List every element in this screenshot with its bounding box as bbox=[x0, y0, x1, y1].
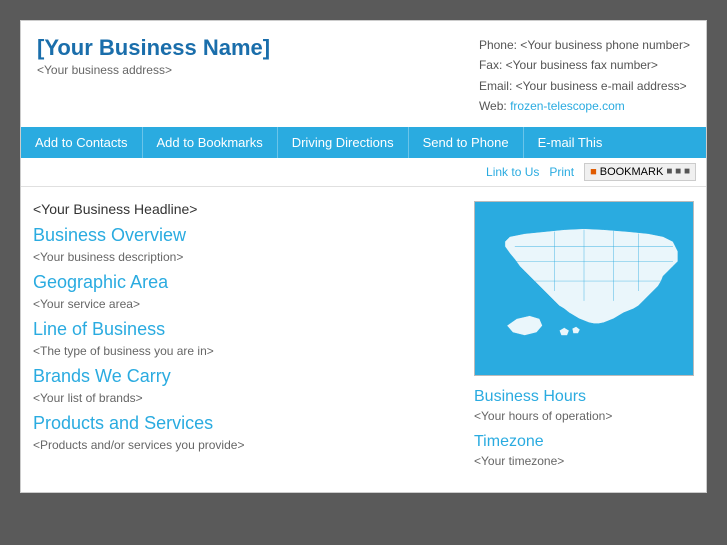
us-map bbox=[474, 201, 694, 376]
link-to-us-link[interactable]: Link to Us bbox=[486, 165, 539, 179]
main-content: <Your Business Headline> Business Overvi… bbox=[21, 187, 706, 492]
email-label: Email: <Your business e-mail address> bbox=[479, 76, 690, 96]
business-headline: <Your Business Headline> bbox=[33, 201, 458, 217]
web-link[interactable]: frozen-telescope.com bbox=[510, 99, 625, 113]
phone-label: Phone: <Your business phone number> bbox=[479, 35, 690, 55]
section-desc-lob: <The type of business you are in> bbox=[33, 344, 458, 358]
business-hours-desc: <Your hours of operation> bbox=[474, 409, 694, 423]
section-title-overview: Business Overview bbox=[33, 225, 458, 246]
section-title-geo: Geographic Area bbox=[33, 272, 458, 293]
header-left: [Your Business Name] <Your business addr… bbox=[37, 35, 270, 77]
content-right: Business Hours <Your hours of operation>… bbox=[474, 201, 694, 478]
toolbar-bookmarks-btn[interactable]: Add to Bookmarks bbox=[143, 127, 278, 158]
print-link[interactable]: Print bbox=[549, 165, 574, 179]
toolbar-contacts-btn[interactable]: Add to Contacts bbox=[21, 127, 143, 158]
toolbar: Add to Contacts Add to Bookmarks Driving… bbox=[21, 127, 706, 158]
section-desc-brands: <Your list of brands> bbox=[33, 391, 458, 405]
section-desc-geo: <Your service area> bbox=[33, 297, 458, 311]
header: [Your Business Name] <Your business addr… bbox=[21, 21, 706, 127]
map-svg bbox=[475, 202, 693, 375]
timezone-title: Timezone bbox=[474, 433, 694, 451]
business-address: <Your business address> bbox=[37, 63, 270, 77]
toolbar-directions-btn[interactable]: Driving Directions bbox=[278, 127, 409, 158]
business-hours-title: Business Hours bbox=[474, 388, 694, 406]
section-desc-products: <Products and/or services you provide> bbox=[33, 438, 458, 452]
fax-label: Fax: <Your business fax number> bbox=[479, 55, 690, 75]
web-label: Web: frozen-telescope.com bbox=[479, 96, 690, 116]
section-title-products: Products and Services bbox=[33, 413, 458, 434]
business-name: [Your Business Name] bbox=[37, 35, 270, 61]
bookmark-button[interactable]: ■ BOOKMARK ■ ■ ■ bbox=[584, 163, 696, 181]
toolbar-email-btn[interactable]: E-mail This bbox=[524, 127, 617, 158]
content-left: <Your Business Headline> Business Overvi… bbox=[33, 201, 458, 478]
timezone-desc: <Your timezone> bbox=[474, 454, 694, 468]
toolbar-phone-btn[interactable]: Send to Phone bbox=[409, 127, 524, 158]
section-title-lob: Line of Business bbox=[33, 319, 458, 340]
page-wrapper: [Your Business Name] <Your business addr… bbox=[20, 20, 707, 493]
section-desc-overview: <Your business description> bbox=[33, 250, 458, 264]
bookmark-icons-extra: ■ ■ ■ bbox=[666, 166, 690, 177]
section-title-brands: Brands We Carry bbox=[33, 366, 458, 387]
bookmark-icon: ■ bbox=[590, 166, 597, 178]
sub-toolbar: Link to Us Print ■ BOOKMARK ■ ■ ■ bbox=[21, 158, 706, 187]
header-right: Phone: <Your business phone number> Fax:… bbox=[479, 35, 690, 117]
bookmark-label: BOOKMARK bbox=[600, 166, 664, 178]
